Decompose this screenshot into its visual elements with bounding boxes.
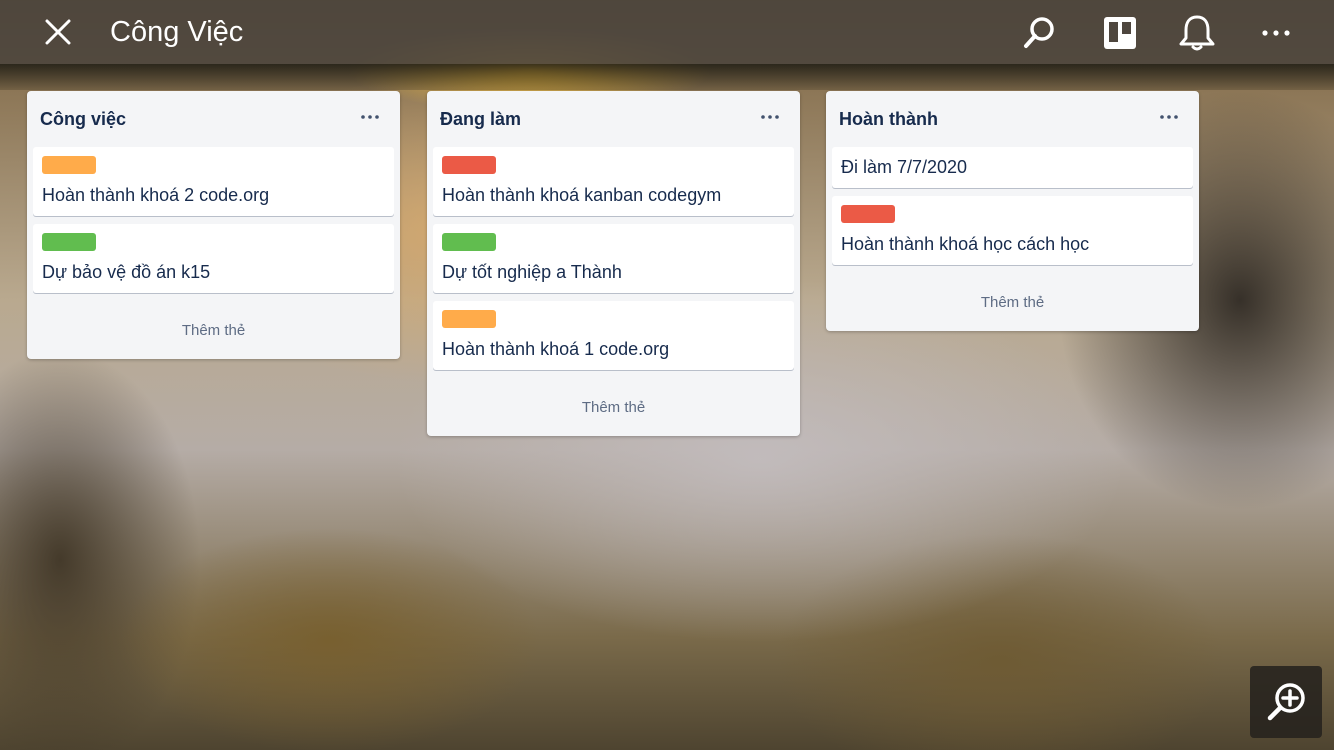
card-label-green bbox=[42, 233, 96, 251]
card-title: Hoàn thành khoá kanban codegym bbox=[442, 185, 722, 205]
board-title: Công Việc bbox=[110, 16, 244, 48]
add-card-button[interactable]: Thêm thẻ bbox=[826, 273, 1199, 331]
card[interactable]: Hoàn thành khoá kanban codegym bbox=[433, 147, 794, 216]
card-label-orange bbox=[442, 310, 496, 328]
card-title: Dự tốt nghiệp a Thành bbox=[442, 262, 622, 282]
card[interactable]: Dự tốt nghiệp a Thành bbox=[433, 224, 794, 293]
list-title: Đang làm bbox=[440, 108, 522, 129]
card[interactable]: Đi làm 7/7/2020 bbox=[832, 147, 1193, 188]
close-button[interactable] bbox=[40, 14, 76, 50]
list-header: Đang làm bbox=[427, 91, 800, 147]
card-label-red bbox=[442, 156, 496, 174]
card-title: Hoàn thành khoá 2 code.org bbox=[42, 185, 270, 205]
bell-icon bbox=[1179, 15, 1215, 51]
list-menu-button[interactable] bbox=[756, 105, 784, 129]
close-icon bbox=[45, 19, 71, 45]
more-icon bbox=[761, 115, 779, 119]
search-icon bbox=[1024, 17, 1054, 48]
list-title: Công việc bbox=[40, 108, 127, 129]
card-label-red bbox=[841, 205, 895, 223]
board-view-button[interactable] bbox=[1099, 12, 1141, 54]
card[interactable]: Hoàn thành khoá 1 code.org bbox=[433, 301, 794, 370]
more-icon bbox=[1160, 115, 1178, 119]
more-icon bbox=[361, 115, 379, 119]
board-view-icon bbox=[1104, 17, 1136, 49]
card[interactable]: Dự bảo vệ đồ án k15 bbox=[33, 224, 394, 293]
list-dang-lam: Đang làm Hoàn thành khoá kanban codegym … bbox=[427, 91, 800, 436]
list-header: Hoàn thành bbox=[826, 91, 1199, 147]
more-icon bbox=[1262, 30, 1290, 36]
card[interactable]: Hoàn thành khoá học cách học bbox=[832, 196, 1193, 265]
card-label-green bbox=[442, 233, 496, 251]
background-treeline bbox=[0, 64, 1334, 90]
search-button[interactable] bbox=[1018, 12, 1060, 54]
list-cong-viec: Công việc Hoàn thành khoá 2 code.org Dự … bbox=[27, 91, 400, 359]
list-menu-button[interactable] bbox=[1155, 105, 1183, 129]
card-title: Dự bảo vệ đồ án k15 bbox=[42, 262, 211, 282]
card-title: Hoàn thành khoá 1 code.org bbox=[442, 339, 670, 359]
more-options-button[interactable] bbox=[1255, 12, 1297, 54]
top-app-bar: Công Việc bbox=[0, 0, 1334, 64]
zoom-in-button[interactable] bbox=[1250, 666, 1322, 738]
list-hoan-thanh: Hoàn thành Đi làm 7/7/2020 Hoàn thành kh… bbox=[826, 91, 1199, 331]
card-label-orange bbox=[42, 156, 96, 174]
notifications-button[interactable] bbox=[1176, 12, 1218, 54]
add-card-button[interactable]: Thêm thẻ bbox=[27, 301, 400, 359]
card[interactable]: Hoàn thành khoá 2 code.org bbox=[33, 147, 394, 216]
list-title: Hoàn thành bbox=[839, 108, 938, 129]
add-card-button[interactable]: Thêm thẻ bbox=[427, 378, 800, 436]
zoom-in-icon bbox=[1267, 683, 1305, 721]
card-title: Hoàn thành khoá học cách học bbox=[841, 234, 1090, 254]
list-header: Công việc bbox=[27, 91, 400, 147]
card-title: Đi làm 7/7/2020 bbox=[841, 157, 968, 177]
list-menu-button[interactable] bbox=[356, 105, 384, 129]
